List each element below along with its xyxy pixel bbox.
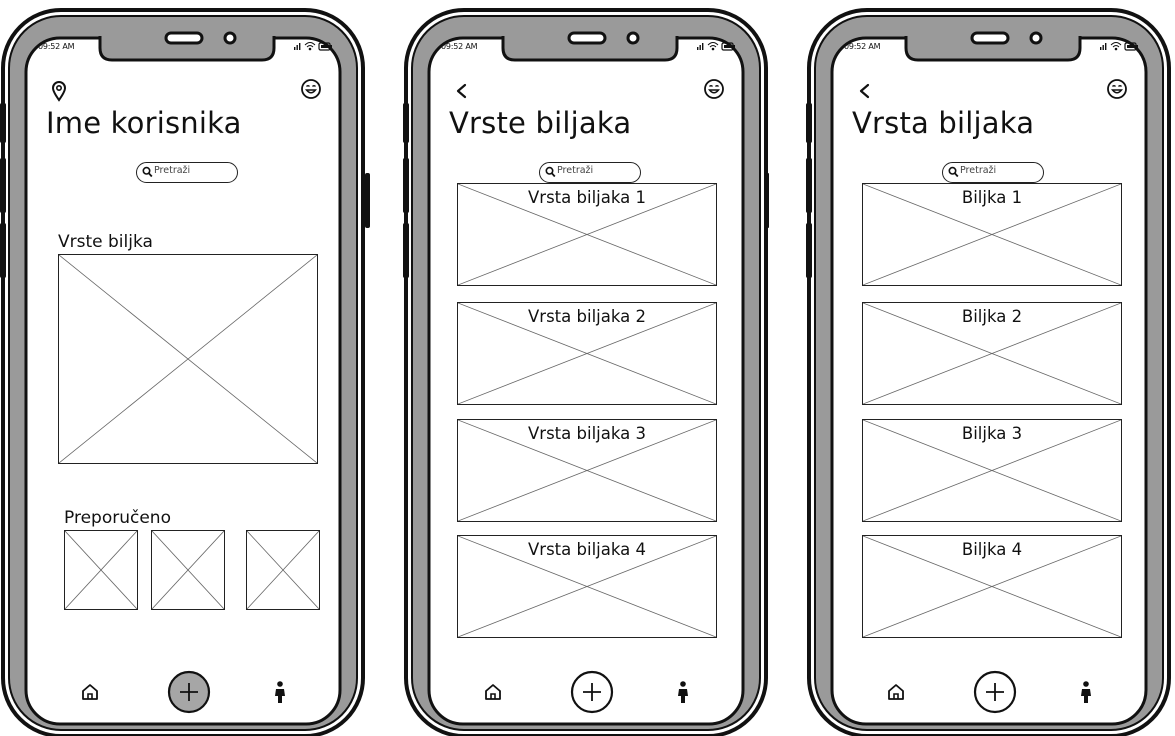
profile-icon[interactable] xyxy=(274,680,286,704)
card-label: Biljka 3 xyxy=(961,424,1023,443)
battery-icon xyxy=(1124,42,1138,51)
screen-plants: 09:52 AM Vrsta biljaka Pretraži Biljka 1… xyxy=(832,38,1146,724)
status-time: 09:52 AM xyxy=(441,42,478,51)
card-label: Biljka 1 xyxy=(961,188,1023,207)
card-label: Vrsta biljaka 4 xyxy=(528,540,646,559)
add-icon[interactable] xyxy=(166,669,212,715)
card-label: Biljka 4 xyxy=(961,540,1023,559)
recommended-item[interactable] xyxy=(246,530,320,610)
smiley-face-icon[interactable] xyxy=(300,78,322,100)
wifi-icon xyxy=(707,42,719,51)
placeholder-cross xyxy=(59,255,317,463)
home-icon[interactable] xyxy=(886,682,906,702)
card-label: Biljka 2 xyxy=(961,307,1023,326)
signal-icon xyxy=(1100,43,1107,50)
home-icon[interactable] xyxy=(483,682,503,702)
bottom-nav xyxy=(429,668,743,718)
back-chevron-icon[interactable] xyxy=(856,80,874,102)
placeholder-cross xyxy=(65,531,137,609)
plant-card[interactable]: Biljka 1 xyxy=(862,183,1122,286)
battery-icon xyxy=(318,42,332,51)
page-title: Vrste biljaka xyxy=(449,106,632,140)
phone-mockup-plants: 09:52 AM Vrsta biljaka Pretraži Biljka 1… xyxy=(806,8,1172,736)
plant-type-card[interactable]: Vrsta biljaka 2 xyxy=(457,302,717,405)
phone-mockup-home: 09:52 AM Ime korisnika Pretraži Vrste bi… xyxy=(0,8,370,736)
plant-type-card[interactable]: Vrsta biljaka 1 xyxy=(457,183,717,286)
status-icons xyxy=(294,42,332,51)
smiley-face-icon[interactable] xyxy=(703,78,725,100)
card-label: Vrsta biljaka 3 xyxy=(528,424,646,443)
section-label-recommended: Preporučeno xyxy=(64,508,171,528)
screen-plant-types: 09:52 AM Vrste biljaka Pretraži Vrsta bi… xyxy=(429,38,743,724)
smiley-face-icon[interactable] xyxy=(1106,78,1128,100)
bottom-nav xyxy=(26,668,340,718)
search-placeholder: Pretraži xyxy=(154,165,191,176)
add-icon[interactable] xyxy=(972,669,1018,715)
location-pin-icon[interactable] xyxy=(50,80,68,102)
card-label: Vrsta biljaka 2 xyxy=(528,307,646,326)
signal-icon xyxy=(697,43,704,50)
plant-card[interactable]: Biljka 3 xyxy=(862,419,1122,522)
wifi-icon xyxy=(304,42,316,51)
search-icon xyxy=(545,166,556,178)
plant-type-card[interactable]: Vrsta biljaka 3 xyxy=(457,419,717,522)
bottom-nav xyxy=(832,668,1146,718)
battery-icon xyxy=(721,42,735,51)
screen-home: 09:52 AM Ime korisnika Pretraži Vrste bi… xyxy=(26,38,340,724)
profile-icon[interactable] xyxy=(1080,680,1092,704)
wifi-icon xyxy=(1110,42,1122,51)
profile-icon[interactable] xyxy=(677,680,689,704)
search-input[interactable]: Pretraži xyxy=(539,162,641,183)
status-time: 09:52 AM xyxy=(38,42,75,51)
add-icon[interactable] xyxy=(569,669,615,715)
plant-type-card[interactable]: Vrsta biljaka 4 xyxy=(457,535,717,638)
search-input[interactable]: Pretraži xyxy=(942,162,1044,183)
section-label-plant-types: Vrste biljka xyxy=(58,232,153,252)
signal-icon xyxy=(294,43,301,50)
search-icon xyxy=(142,166,153,178)
placeholder-cross xyxy=(247,531,319,609)
card-label: Vrsta biljaka 1 xyxy=(528,188,646,207)
status-icons xyxy=(1100,42,1138,51)
search-placeholder: Pretraži xyxy=(557,165,594,176)
image-placeholder-plant-types[interactable] xyxy=(58,254,318,464)
phone-mockup-plant-types: 09:52 AM Vrste biljaka Pretraži Vrsta bi… xyxy=(403,8,769,736)
recommended-item[interactable] xyxy=(64,530,138,610)
placeholder-cross xyxy=(152,531,224,609)
home-icon[interactable] xyxy=(80,682,100,702)
status-time: 09:52 AM xyxy=(844,42,881,51)
plant-card[interactable]: Biljka 2 xyxy=(862,302,1122,405)
search-icon xyxy=(948,166,959,178)
search-input[interactable]: Pretraži xyxy=(136,162,238,183)
page-title: Ime korisnika xyxy=(46,106,242,140)
plant-card[interactable]: Biljka 4 xyxy=(862,535,1122,638)
back-chevron-icon[interactable] xyxy=(453,80,471,102)
status-icons xyxy=(697,42,735,51)
recommended-item[interactable] xyxy=(151,530,225,610)
search-placeholder: Pretraži xyxy=(960,165,997,176)
page-title: Vrsta biljaka xyxy=(852,106,1035,140)
